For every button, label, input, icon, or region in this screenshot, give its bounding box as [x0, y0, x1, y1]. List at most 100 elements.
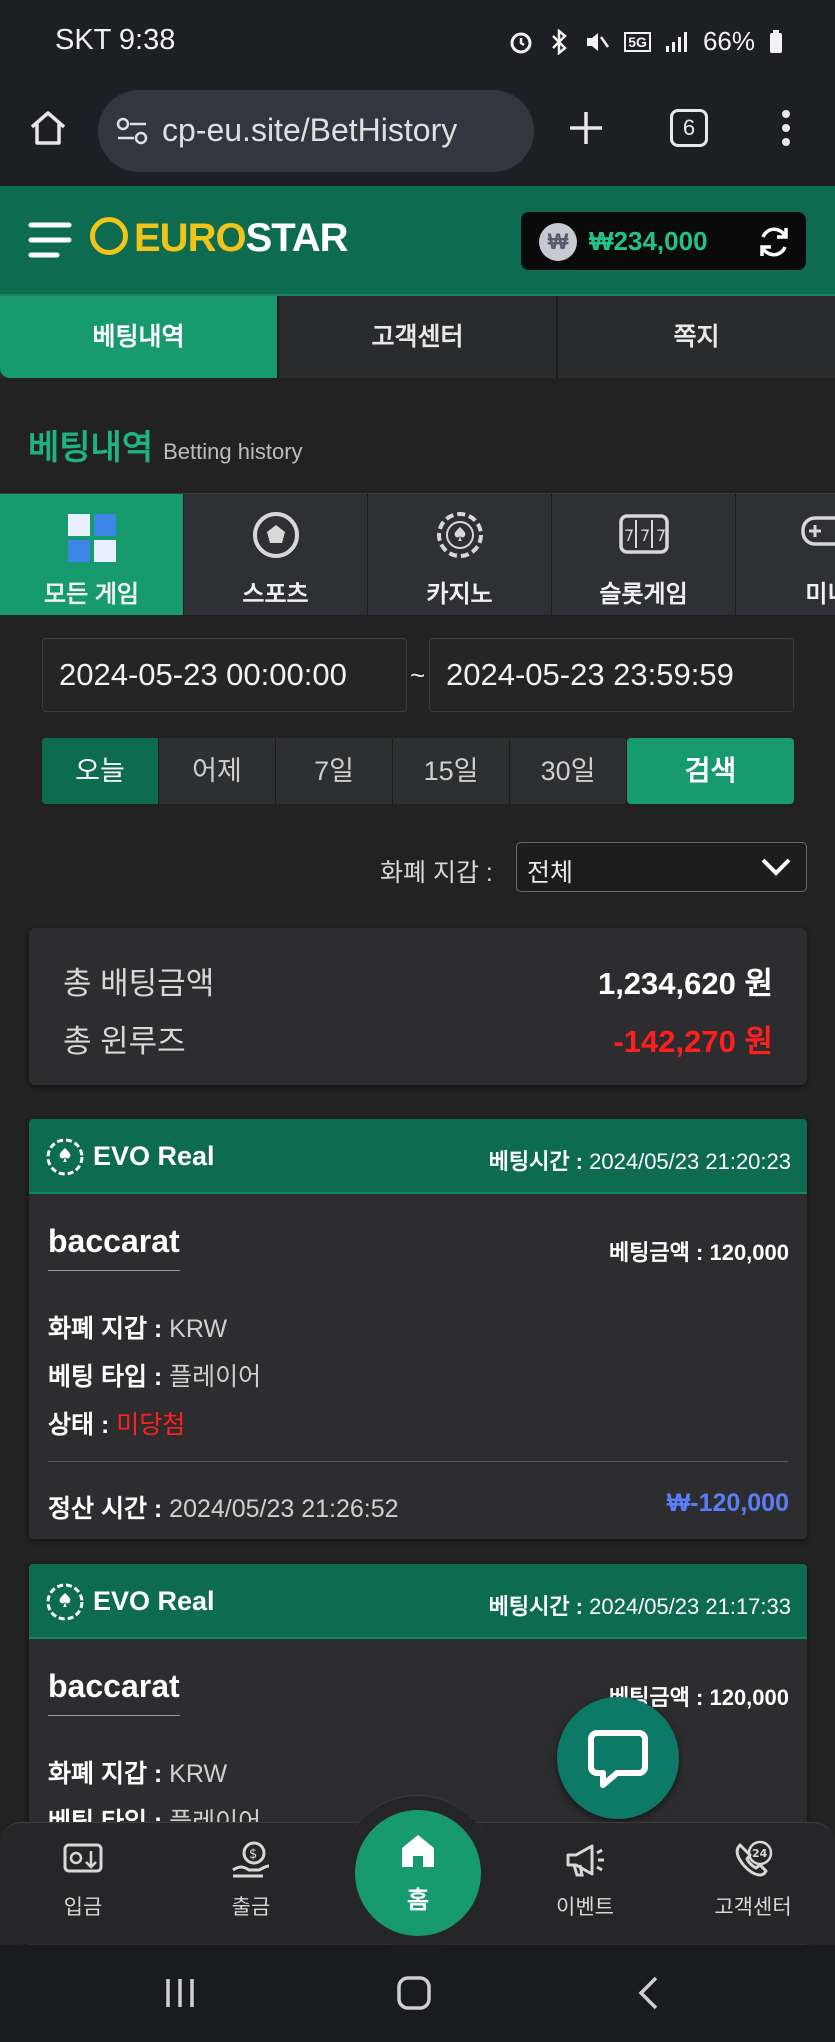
status-bar: SKT 9:38 5G 66% — [0, 0, 835, 86]
live-chat-button[interactable] — [557, 1697, 679, 1819]
end-date-input[interactable]: 2024-05-23 23:59:59 — [429, 638, 794, 712]
alarm-icon — [510, 32, 532, 53]
game-category-tabs: 모든 게임 스포츠 카지노 777 슬롯게임 미니 — [0, 493, 835, 615]
svg-text:7: 7 — [624, 526, 634, 545]
bet-summary: 총 배팅금액 1,234,620 원 총 윈루즈 -142,270 원 — [29, 928, 807, 1085]
bet-time: 베팅시간 : 2024/05/23 21:17:33 — [488, 1594, 791, 1619]
refresh-icon[interactable] — [756, 224, 792, 260]
date-separator: ~ — [410, 660, 426, 690]
currency-row: 화폐 지갑 : KRW — [48, 1315, 228, 1343]
game-tab-all[interactable]: 모든 게임 — [0, 494, 184, 615]
total-bet-label: 총 배팅금액 — [63, 966, 215, 1001]
site-settings-icon[interactable] — [116, 117, 148, 145]
svg-text:7: 7 — [640, 526, 650, 545]
site-header: EUROSTAR ₩ ₩234,000 — [0, 186, 835, 296]
top-tabs: 베팅내역 고객센터 쪽지 — [0, 296, 835, 378]
carrier-time: SKT 9:38 — [55, 24, 176, 56]
more-options-icon[interactable] — [780, 108, 792, 148]
balance-amount: ₩234,000 — [589, 226, 708, 256]
menu-icon[interactable] — [28, 218, 72, 262]
game-name: baccarat — [48, 1223, 180, 1271]
currency-filter-select[interactable]: 전체 — [516, 842, 807, 892]
total-bet-row: 총 배팅금액 1,234,620 원 — [63, 958, 773, 1003]
battery-percent: 66% — [702, 26, 755, 56]
mute-icon — [587, 32, 610, 51]
url-text[interactable]: cp-eu.site/BetHistory — [162, 112, 457, 149]
won-coin-icon: ₩ — [539, 223, 577, 261]
svg-text:7: 7 — [656, 526, 666, 545]
bluetooth-icon — [552, 28, 568, 55]
new-tab-icon[interactable] — [568, 110, 604, 146]
page-title-ko: 베팅내역 — [28, 429, 154, 467]
back-icon[interactable] — [636, 1975, 660, 2011]
nav-events[interactable]: 이벤트 — [525, 1837, 645, 1921]
game-tab-sports[interactable]: 스포츠 — [184, 494, 368, 615]
settle-amount: ₩-120,000 — [666, 1489, 789, 1517]
start-date-input[interactable]: 2024-05-23 00:00:00 — [42, 638, 407, 712]
range-15days-button[interactable]: 15일 — [393, 738, 510, 804]
svg-text:24: 24 — [752, 1847, 768, 1860]
nav-home[interactable]: 홈 — [355, 1810, 481, 1936]
nav-customer-center[interactable]: 24 고객센터 — [693, 1837, 813, 1921]
game-tab-slots[interactable]: 777 슬롯게임 — [552, 494, 736, 615]
bet-time: 베팅시간 : 2024/05/23 21:20:23 — [488, 1149, 791, 1174]
game-name: baccarat — [48, 1668, 180, 1716]
card-divider — [48, 1461, 788, 1462]
recent-apps-icon[interactable] — [162, 1975, 198, 2011]
deposit-icon — [63, 1843, 103, 1873]
total-winloss-row: 총 윈루즈 -142,270 원 — [63, 1016, 773, 1061]
megaphone-icon — [566, 1844, 604, 1877]
tab-customer-center[interactable]: 고객센터 — [279, 296, 558, 378]
url-bar[interactable]: cp-eu.site/BetHistory — [98, 90, 534, 172]
range-7days-button[interactable]: 7일 — [276, 738, 393, 804]
casino-chip-icon — [46, 1138, 84, 1176]
page-title: 베팅내역 Betting history — [28, 420, 303, 469]
battery-icon — [770, 29, 782, 53]
logo-mark-icon — [90, 217, 128, 255]
provider-name: EVO Real — [93, 1141, 215, 1171]
browser-toolbar: cp-eu.site/BetHistory 6 — [0, 86, 835, 186]
withdraw-icon: $ — [232, 1841, 270, 1878]
game-tab-mini[interactable]: 미니 — [736, 494, 835, 615]
currency-filter-value: 전체 — [527, 859, 574, 887]
range-yesterday-button[interactable]: 어제 — [159, 738, 276, 804]
soccer-ball-icon — [252, 512, 299, 558]
quick-range-buttons: 오늘 어제 7일 15일 30일 — [42, 738, 627, 804]
status-icons: 5G 66% — [508, 26, 783, 57]
signal-icon — [665, 31, 687, 52]
total-winloss-value: -142,270 원 — [613, 1024, 773, 1059]
chevron-down-icon — [761, 858, 791, 876]
grid-cubes-icon — [67, 514, 116, 562]
svg-text:$: $ — [249, 1847, 257, 1862]
status-row: 상태 : 미당첨 — [48, 1411, 186, 1439]
tab-switcher-button[interactable]: 6 — [670, 109, 708, 147]
currency-row: 화폐 지갑 : KRW — [48, 1760, 228, 1788]
browser-home-icon[interactable] — [28, 108, 68, 148]
nav-deposit[interactable]: 입금 — [23, 1837, 143, 1921]
support-24-icon: 24 — [735, 1840, 773, 1877]
gamepad-icon — [800, 516, 835, 546]
currency-filter-label: 화폐 지갑 : — [380, 859, 493, 887]
total-bet-value: 1,234,620 원 — [597, 966, 773, 1001]
chat-bubble-icon — [588, 1730, 648, 1788]
game-tab-casino[interactable]: 카지노 — [368, 494, 552, 615]
android-nav-bar — [0, 1945, 835, 2042]
casino-chip-icon — [436, 512, 483, 558]
slot-machine-icon: 777 — [618, 514, 669, 554]
site-logo[interactable]: EUROSTAR — [90, 216, 348, 261]
page-title-en: Betting history — [163, 439, 303, 464]
bet-card-header: EVO Real 베팅시간 : 2024/05/23 21:17:33 — [29, 1564, 807, 1639]
bet-card-header: EVO Real 베팅시간 : 2024/05/23 21:20:23 — [29, 1119, 807, 1194]
range-30days-button[interactable]: 30일 — [510, 738, 627, 804]
tab-betting-history[interactable]: 베팅내역 — [0, 296, 279, 378]
bet-amount: 베팅금액 : 120,000 — [608, 1240, 789, 1265]
tab-messages[interactable]: 쪽지 — [558, 296, 835, 378]
range-today-button[interactable]: 오늘 — [42, 738, 159, 804]
nav-withdraw[interactable]: $ 출금 — [191, 1837, 311, 1921]
android-home-icon[interactable] — [396, 1975, 432, 2011]
bet-card: EVO Real 베팅시간 : 2024/05/23 21:20:23 bacc… — [29, 1119, 807, 1539]
status-badge: 미당첨 — [116, 1411, 186, 1439]
casino-chip-icon — [46, 1583, 84, 1621]
total-winloss-label: 총 윈루즈 — [63, 1024, 186, 1059]
search-button[interactable]: 검색 — [627, 738, 794, 804]
